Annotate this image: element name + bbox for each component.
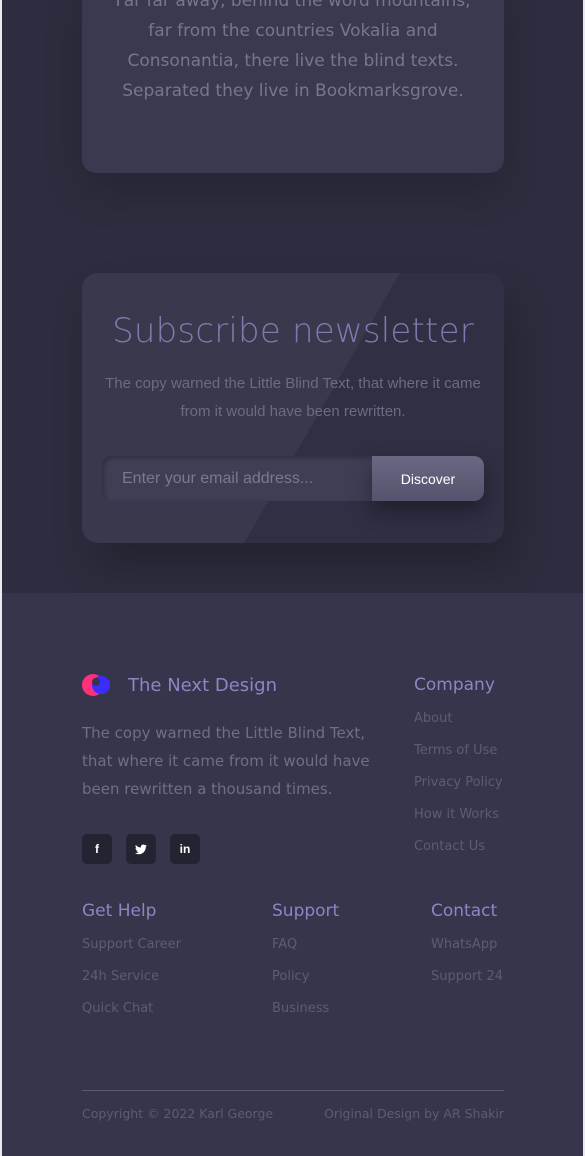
top-section: Far far away, behind the word mountains,…: [2, 0, 583, 593]
email-input[interactable]: [102, 456, 372, 501]
get-help-column: Get Help Support Career 24h Service Quic…: [82, 901, 181, 1017]
newsletter-title: Subscribe newsletter: [112, 311, 474, 351]
newsletter-card: Subscribe newsletter The copy warned the…: [82, 273, 504, 543]
support-column: Support FAQ Policy Business: [272, 901, 339, 1017]
linkedin-icon[interactable]: in: [170, 834, 200, 864]
contact-link-support-24[interactable]: Support 24: [431, 969, 503, 985]
support-link-faq[interactable]: FAQ: [272, 937, 339, 953]
contact-title: Contact: [431, 901, 498, 921]
intro-text: Far far away, behind the word mountains,…: [115, 0, 471, 101]
footer-description: The copy warned the Little Blind Text, t…: [82, 724, 370, 798]
footer-divider: [82, 1090, 504, 1091]
facebook-icon[interactable]: f: [82, 834, 112, 864]
newsletter-form: Discover: [102, 456, 484, 501]
brand[interactable]: The Next Design: [82, 673, 277, 697]
contact-link-whatsapp[interactable]: WhatsApp: [431, 937, 503, 953]
credit-text: Original Design by AR Shakir: [324, 1106, 504, 1121]
company-link-how-it-works[interactable]: How it Works: [414, 807, 503, 823]
page: Far far away, behind the word mountains,…: [0, 0, 585, 1156]
support-link-policy[interactable]: Policy: [272, 969, 339, 985]
company-link-contact[interactable]: Contact Us: [414, 839, 503, 855]
copyright-text: Copyright © 2022 Karl George: [82, 1106, 274, 1121]
twitter-bird-glyph: [135, 843, 147, 854]
company-link-terms[interactable]: Terms of Use: [414, 743, 503, 759]
discover-button[interactable]: Discover: [372, 456, 484, 501]
contact-column: Contact WhatsApp Support 24: [431, 901, 503, 985]
twitter-icon[interactable]: [126, 834, 156, 864]
get-help-link-career[interactable]: Support Career: [82, 937, 181, 953]
brand-logo-icon: [82, 674, 110, 696]
support-link-business[interactable]: Business: [272, 1001, 339, 1017]
intro-card: Far far away, behind the word mountains,…: [82, 0, 504, 173]
get-help-link-24h[interactable]: 24h Service: [82, 969, 181, 985]
company-column: Company About Terms of Use Privacy Polic…: [414, 675, 503, 855]
newsletter-description: The copy warned the Little Blind Text, t…: [105, 375, 481, 420]
company-link-privacy[interactable]: Privacy Policy: [414, 775, 503, 791]
company-link-about[interactable]: About: [414, 711, 503, 727]
brand-name: The Next Design: [128, 674, 278, 696]
get-help-link-chat[interactable]: Quick Chat: [82, 1001, 181, 1017]
company-title: Company: [414, 675, 495, 695]
get-help-title: Get Help: [82, 901, 157, 921]
footer: The Next Design The copy warned the Litt…: [2, 593, 583, 1156]
support-title: Support: [272, 901, 340, 921]
social-links: f in: [82, 834, 200, 864]
